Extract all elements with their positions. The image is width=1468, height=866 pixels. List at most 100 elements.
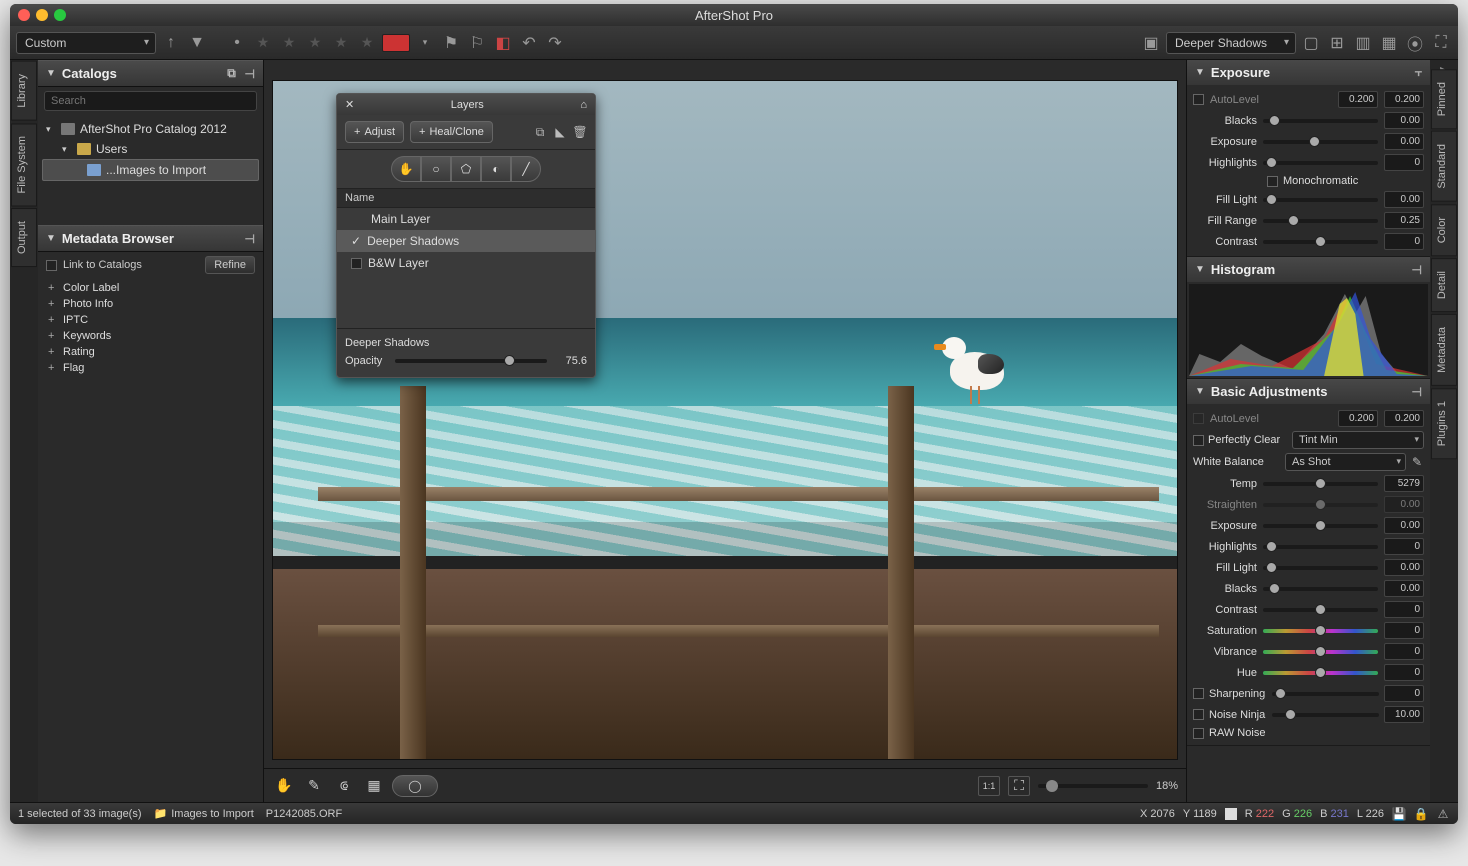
status-warn-icon[interactable]: ⚠ [1436,807,1450,821]
autolevel-val-b[interactable]: 0.200 [1384,91,1424,108]
meta-keywords[interactable]: +Keywords [38,328,263,344]
star-1-icon[interactable]: ★ [252,32,274,54]
layer-bw[interactable]: B&W Layer [337,252,595,274]
basic-blacks-value[interactable]: 0.00 [1384,580,1424,597]
tab-library[interactable]: Library [11,61,37,121]
basic-fill light-slider[interactable] [1263,566,1378,570]
basic-vibrance-slider[interactable] [1263,650,1378,654]
basic-contrast-value[interactable]: 0 [1384,601,1424,618]
basic-straighten-value[interactable]: 0.00 [1384,496,1424,513]
meta-rating[interactable]: +Rating [38,344,263,360]
flag-pick-icon[interactable]: ⚑ [440,32,462,54]
layers-copy-icon[interactable]: ⧉ [533,125,547,139]
pan-tool-icon[interactable]: ✋ [272,776,296,796]
noise-checkbox[interactable] [1193,709,1204,720]
image-view-icon[interactable]: ▦ [1378,32,1400,54]
fullscreen-icon[interactable]: ⛶ [1430,32,1452,54]
zoom-fit-button[interactable]: ⛶ [1008,776,1030,796]
exposure-blacks-value[interactable]: 0.00 [1384,112,1424,129]
sort-asc-icon[interactable]: ↑ [160,32,182,54]
exposure-exposure-slider[interactable] [1263,140,1378,144]
meta-iptc[interactable]: +IPTC [38,312,263,328]
split-view-icon[interactable]: ▥ [1352,32,1374,54]
basic-vibrance-value[interactable]: 0 [1384,643,1424,660]
wb-picker-icon[interactable]: ✎ [1410,455,1424,469]
layers-titlebar[interactable]: ✕ Layers ⌂ [337,94,595,115]
exposure-fill range-slider[interactable] [1263,219,1378,223]
copy-icon[interactable]: ⧉ [225,67,239,81]
status-lock-icon[interactable]: 🔒 [1414,807,1428,821]
color-dropdown-icon[interactable]: ▾ [414,32,436,54]
tab-output[interactable]: Output [11,208,37,267]
exposure-contrast-value[interactable]: 0 [1384,233,1424,250]
catalog-root[interactable]: ▾AfterShot Pro Catalog 2012 [38,119,263,139]
pin-icon[interactable]: ⊣ [1412,263,1422,277]
catalog-images-folder[interactable]: ...Images to Import [42,159,259,181]
shape-tool-button[interactable]: ◯ [392,775,438,797]
zoom-11-button[interactable]: 1:1 [978,776,1000,796]
noise-slider[interactable] [1272,713,1379,717]
metadata-header[interactable]: ▼ Metadata Browser ⊣ [38,225,263,252]
basic-exposure-slider[interactable] [1263,524,1378,528]
eyedropper-icon[interactable]: ✎ [302,776,326,796]
basic-saturation-slider[interactable] [1263,629,1378,633]
basic-hue-value[interactable]: 0 [1384,664,1424,681]
basic-temp-slider[interactable] [1263,482,1378,486]
basic-auto-a[interactable]: 0.200 [1338,410,1378,427]
basic-highlights-slider[interactable] [1263,545,1378,549]
basic-straighten-slider[interactable] [1263,503,1378,507]
meta-photoinfo[interactable]: +Photo Info [38,296,263,312]
tab-pinned[interactable]: Pinned [1431,69,1457,129]
brush-tool-icon[interactable]: ╱ [511,156,541,182]
link-catalogs-checkbox[interactable] [46,260,57,271]
straighten-icon[interactable]: ▦ [362,776,386,796]
color-label-red[interactable] [382,34,410,52]
opacity-slider[interactable] [395,359,547,363]
autolevel-checkbox[interactable] [1193,413,1204,424]
adjust-button[interactable]: +Adjust [345,121,404,143]
layers-invert-icon[interactable]: ◣ [553,125,567,139]
close-icon[interactable]: ✕ [345,98,354,111]
basic-auto-b[interactable]: 0.200 [1384,410,1424,427]
basic-fill light-value[interactable]: 0.00 [1384,559,1424,576]
exposure-fill light-slider[interactable] [1263,198,1378,202]
pin-icon[interactable]: ⫟ [1415,65,1422,80]
polygon-tool-icon[interactable]: ⬠ [451,156,481,182]
tab-detail[interactable]: Detail [1431,258,1457,312]
layer-deeper-shadows[interactable]: ✓Deeper Shadows [337,230,595,252]
star-2-icon[interactable]: ★ [278,32,300,54]
refine-button[interactable]: Refine [205,256,255,274]
star-5-icon[interactable]: ★ [356,32,378,54]
undo-icon[interactable]: ↶ [518,32,540,54]
basic-header[interactable]: ▼Basic Adjustments⊣ [1187,379,1430,404]
wb-select[interactable]: As Shot [1285,453,1406,471]
tab-plugins[interactable]: Plugins 1 [1431,388,1457,459]
layers-panel[interactable]: ✕ Layers ⌂ +Adjust +Heal/Clone ⧉ ◣ 🗑 ✋ [336,93,596,378]
single-view-icon[interactable]: ▢ [1300,32,1322,54]
status-save-icon[interactable]: 💾 [1392,807,1406,821]
curve-tool-icon[interactable]: ◐ [481,156,511,182]
exposure-fill range-value[interactable]: 0.25 [1384,212,1424,229]
catalog-users[interactable]: ▾Users [38,139,263,159]
autolevel-val-a[interactable]: 0.200 [1338,91,1378,108]
basic-exposure-value[interactable]: 0.00 [1384,517,1424,534]
basic-blacks-slider[interactable] [1263,587,1378,591]
exposure-fill light-value[interactable]: 0.00 [1384,191,1424,208]
basic-highlights-value[interactable]: 0 [1384,538,1424,555]
home-icon[interactable]: ⌂ [580,99,587,111]
sharpening-slider[interactable] [1272,692,1379,696]
perfectly-clear-checkbox[interactable] [1193,435,1204,446]
pin-icon[interactable]: ⊣ [245,67,255,81]
noise-val[interactable]: 10.00 [1384,706,1424,723]
exposure-exposure-value[interactable]: 0.00 [1384,133,1424,150]
layers-toggle-icon[interactable]: ▣ [1140,32,1162,54]
tab-filesystem[interactable]: File System [11,123,37,206]
redo-icon[interactable]: ↷ [544,32,566,54]
basic-saturation-value[interactable]: 0 [1384,622,1424,639]
exposure-highlights-slider[interactable] [1263,161,1378,165]
hand-tool-icon[interactable]: ✋ [391,156,421,182]
tab-standard[interactable]: Standard [1431,131,1457,202]
histogram-header[interactable]: ▼Histogram⊣ [1187,257,1430,282]
tab-metadata[interactable]: Metadata [1431,314,1457,386]
tag-icon[interactable]: ◧ [492,32,514,54]
